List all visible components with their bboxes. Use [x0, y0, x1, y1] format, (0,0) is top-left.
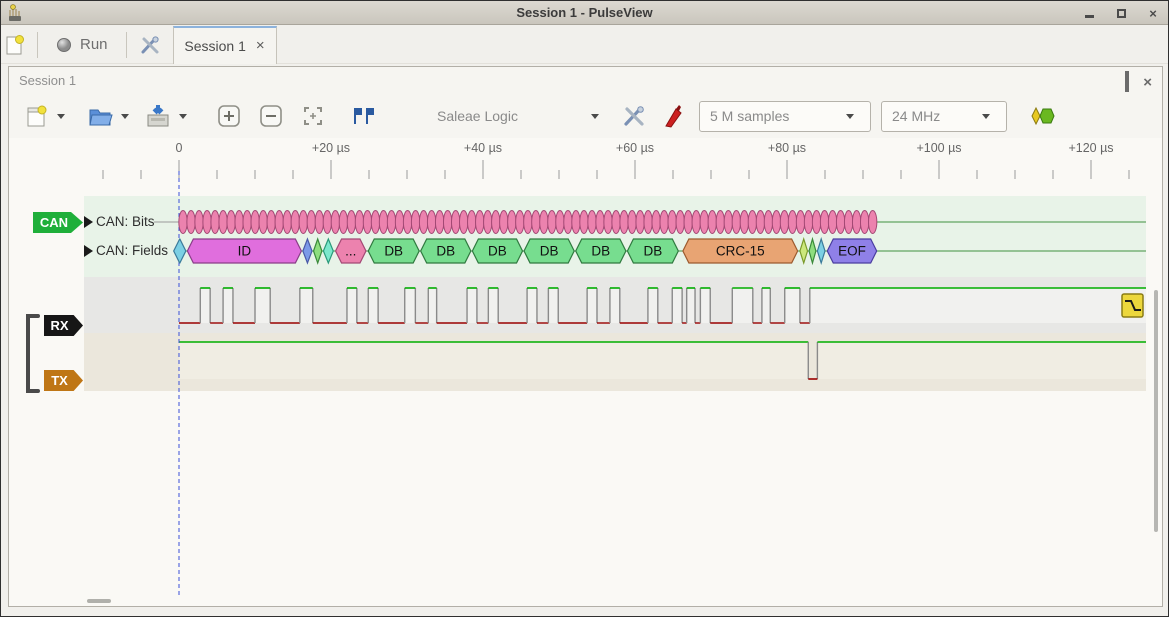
maximize-button[interactable] [1114, 6, 1128, 20]
run-label: Run [80, 36, 108, 53]
sample-count-select[interactable]: 5 M samples [699, 101, 871, 132]
device-dropdown-icon [591, 114, 599, 119]
tab-session-1[interactable]: Session 1 × [173, 26, 277, 64]
session-dock: Session 1 × [8, 66, 1163, 607]
new-file-button[interactable] [23, 100, 51, 132]
decoder-row-background [84, 196, 1146, 277]
horizontal-scrollbar[interactable] [87, 599, 111, 603]
channel-group-bracket [28, 316, 38, 391]
save-button[interactable] [143, 100, 173, 132]
add-decoder-button[interactable] [1025, 100, 1059, 132]
channel-tag-rx[interactable]: RX [44, 315, 83, 336]
ruler-label: +60 µs [616, 141, 654, 155]
dock-header: Session 1 × [9, 67, 1162, 94]
zoom-fit-button[interactable] [299, 100, 327, 132]
save-dropdown-icon[interactable] [179, 114, 187, 119]
sample-rate-value: 24 MHz [892, 108, 940, 124]
run-icon [56, 37, 72, 53]
main-toolbar: Run Session 1 × [1, 26, 1168, 64]
sample-count-value: 5 M samples [710, 108, 789, 124]
decoder-tag-label: CAN [40, 215, 68, 230]
ruler-label: 0 [176, 141, 183, 155]
minimize-button[interactable] [1082, 6, 1096, 20]
decoder-tag-can[interactable]: CAN [33, 212, 83, 233]
sample-rate-dropdown-icon [982, 114, 990, 119]
pulseview-window: Session 1 - PulseView × Run Session 1 × [0, 0, 1169, 617]
channel-tag-label: TX [51, 373, 68, 388]
new-session-button[interactable] [1, 30, 29, 60]
decoder-row-label-fields[interactable]: CAN: Fields [96, 243, 168, 258]
device-select[interactable]: Saleae Logic [437, 108, 605, 124]
open-file-button[interactable] [85, 100, 115, 132]
pulseview-logo-icon [7, 4, 23, 27]
decoder-row-label-bits[interactable]: CAN: Bits [96, 214, 155, 229]
zoom-out-button[interactable] [257, 100, 285, 132]
channel-tag-tx[interactable]: TX [44, 370, 83, 391]
channels-button[interactable] [619, 100, 649, 132]
tab-close-icon[interactable]: × [256, 38, 265, 53]
new-file-dropdown-icon[interactable] [57, 114, 65, 119]
trace-view: 0+20 µs+40 µs+60 µs+80 µs+100 µs+120 µs … [9, 138, 1162, 606]
sample-rate-select[interactable]: 24 MHz [881, 101, 1007, 132]
toolbar-separator [126, 32, 127, 58]
trigger-probe-button[interactable] [661, 100, 687, 132]
window-title: Session 1 - PulseView [1, 5, 1168, 20]
dock-title: Session 1 [19, 73, 76, 88]
titlebar: Session 1 - PulseView × [1, 1, 1168, 25]
ruler-label: +80 µs [768, 141, 806, 155]
toolbar-separator [37, 32, 38, 58]
device-label: Saleae Logic [437, 108, 518, 124]
float-button[interactable] [1125, 73, 1129, 91]
vertical-scrollbar[interactable] [1154, 290, 1158, 532]
flag-markers-button[interactable] [347, 100, 377, 132]
sample-count-dropdown-icon [846, 114, 854, 119]
channel-tag-label: RX [50, 318, 68, 333]
tab-label: Session 1 [184, 38, 245, 54]
ruler-label: +120 µs [1068, 141, 1113, 155]
rx-row-background [84, 277, 1146, 333]
tx-row-background [84, 333, 1146, 391]
session-toolbar: Saleae Logic 5 M samples 24 MHz [9, 94, 1162, 138]
ruler-label: +20 µs [312, 141, 350, 155]
ruler-label: +40 µs [464, 141, 502, 155]
settings-tools-button[interactable] [135, 30, 165, 60]
open-file-dropdown-icon[interactable] [121, 114, 129, 119]
ruler-label: +100 µs [916, 141, 961, 155]
run-button[interactable]: Run [56, 36, 108, 53]
zoom-in-button[interactable] [215, 100, 243, 132]
close-button[interactable]: × [1146, 6, 1160, 20]
dock-close-button[interactable]: × [1143, 78, 1152, 87]
